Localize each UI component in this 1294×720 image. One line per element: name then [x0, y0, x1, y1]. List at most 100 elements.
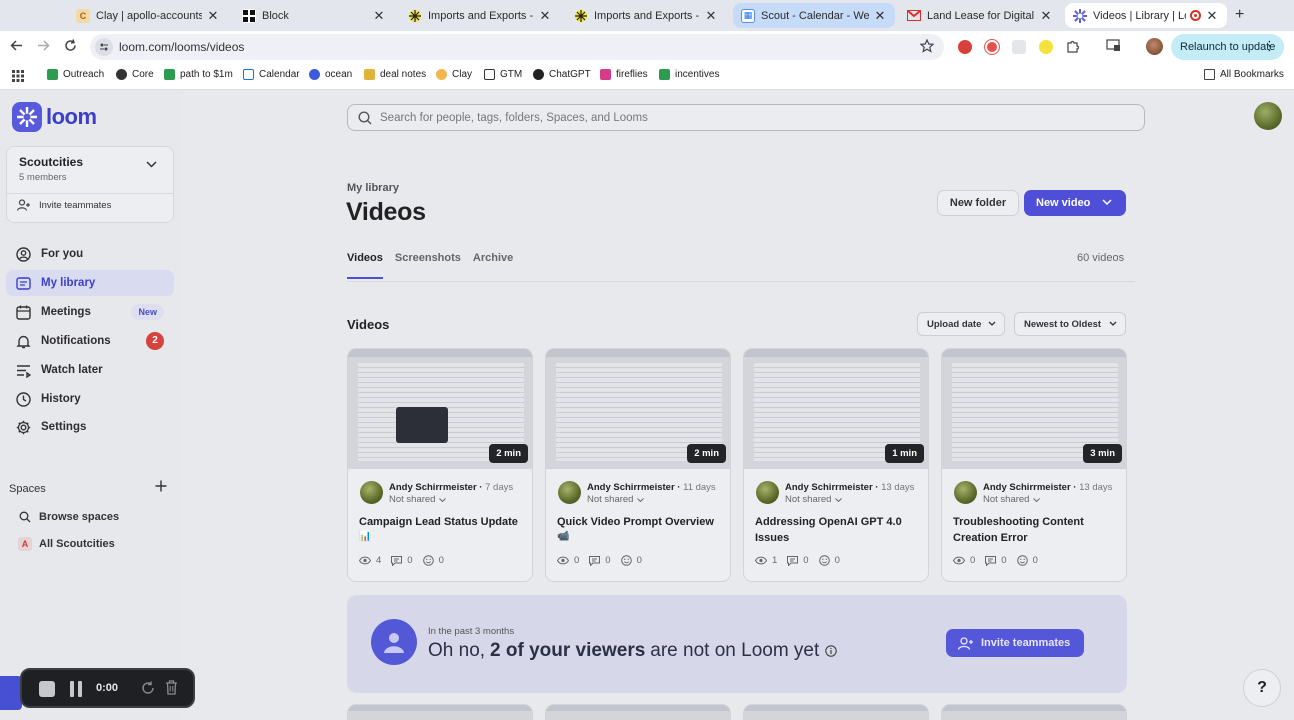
workspace-name[interactable]: Scoutcities — [19, 155, 83, 169]
info-icon[interactable] — [825, 645, 838, 657]
extension-red-icon[interactable] — [985, 40, 999, 54]
browser-tab-apollo-1[interactable]: Imports and Exports - Apo ✕ — [400, 3, 560, 28]
browser-tab-block[interactable]: Block ✕ — [234, 3, 394, 28]
more-options-icon[interactable]: ⋮ — [1263, 39, 1276, 53]
video-card[interactable]: 2 min Andy Schirrmeister · 7 days Not sh… — [347, 348, 533, 582]
loom-logo[interactable]: loom — [12, 102, 97, 132]
new-video-button[interactable]: New video — [1024, 190, 1126, 216]
nav-watch-later[interactable]: Watch later — [6, 357, 174, 383]
nav-my-library[interactable]: My library — [6, 270, 174, 296]
browser-tab-apollo-2[interactable]: Imports and Exports - Apo ✕ — [566, 3, 726, 28]
chatgpt-icon — [533, 69, 544, 80]
video-title[interactable]: Addressing OpenAI GPT 4.0 Issues — [755, 514, 923, 546]
video-card[interactable]: 3 min Andy Schirrmeister · 13 days Not s… — [941, 348, 1127, 582]
video-title[interactable]: Quick Video Prompt Overview — [557, 514, 725, 530]
site-info-icon[interactable] — [95, 38, 113, 56]
video-thumbnail[interactable]: 1 min — [744, 349, 928, 469]
chevron-down-icon[interactable] — [146, 161, 157, 168]
nav-meetings[interactable]: Meetings New — [6, 299, 174, 325]
trash-icon[interactable] — [165, 680, 178, 695]
sharing-status[interactable]: Not shared — [983, 494, 1041, 505]
browser-tab-gmail[interactable]: Land Lease for Digital Infra ✕ — [899, 3, 1061, 28]
workspace-card: Scoutcities 5 members Invite teammates — [6, 146, 174, 223]
bookmark-ocean[interactable]: ocean — [309, 69, 352, 80]
new-tab-button[interactable]: + — [1235, 6, 1244, 24]
bookmark-chatgpt[interactable]: ChatGPT — [533, 69, 591, 80]
tab-archive[interactable]: Archive — [473, 252, 513, 279]
close-tab-icon[interactable]: ✕ — [206, 8, 220, 24]
sort-order-dropdown[interactable]: Newest to Oldest — [1014, 312, 1126, 336]
close-tab-icon[interactable]: ✕ — [704, 8, 718, 24]
invite-teammates-button[interactable]: Invite teammates — [946, 629, 1084, 657]
sort-field-dropdown[interactable]: Upload date — [917, 312, 1005, 336]
close-tab-icon[interactable]: ✕ — [538, 8, 552, 24]
new-folder-button[interactable]: New folder — [937, 190, 1019, 216]
close-tab-icon[interactable]: ✕ — [372, 8, 386, 24]
extensions-puzzle-icon[interactable] — [1066, 39, 1080, 53]
video-card[interactable] — [941, 704, 1127, 720]
video-title[interactable]: Troubleshooting Content Creation Error — [953, 514, 1121, 546]
bookmark-gtm[interactable]: GTM — [484, 69, 522, 80]
bookmark-incentives[interactable]: incentives — [659, 69, 719, 80]
video-card[interactable]: 2 min Andy Schirrmeister · 11 days Not s… — [545, 348, 731, 582]
bookmark-deal-notes[interactable]: deal notes — [364, 69, 426, 80]
nav-notifications[interactable]: Notifications 2 — [6, 328, 174, 354]
tab-screenshots[interactable]: Screenshots — [395, 252, 461, 279]
browser-tab-calendar[interactable]: ▦ Scout - Calendar - Week o ✕ — [733, 3, 895, 28]
bookmark-fireflies[interactable]: fireflies — [600, 69, 648, 80]
chevron-down-icon[interactable] — [1102, 199, 1112, 205]
video-card[interactable] — [545, 704, 731, 720]
sharing-status[interactable]: Not shared — [785, 494, 843, 505]
reload-icon[interactable] — [64, 39, 77, 52]
sharing-status[interactable]: Not shared — [587, 494, 645, 505]
video-card[interactable] — [743, 704, 929, 720]
stop-recording-button[interactable] — [39, 681, 55, 697]
extension-grey-icon[interactable] — [1012, 40, 1026, 54]
pause-icon[interactable] — [70, 681, 82, 697]
profile-avatar[interactable] — [1146, 38, 1163, 55]
bookmark-clay[interactable]: Clay — [436, 69, 472, 80]
video-thumbnail[interactable]: 2 min — [546, 349, 730, 469]
invite-teammates-link[interactable]: Invite teammates — [17, 199, 111, 211]
apollo-extension-icon[interactable] — [1039, 40, 1053, 54]
add-space-icon[interactable] — [155, 480, 167, 492]
cast-icon[interactable] — [1106, 39, 1121, 52]
browser-toolbar: loom.com/looms/videos Relaunch to update… — [0, 31, 1294, 63]
all-bookmarks[interactable]: All Bookmarks — [1204, 69, 1284, 80]
close-tab-icon[interactable]: ✕ — [1205, 8, 1219, 24]
video-thumbnail[interactable]: 3 min — [942, 349, 1126, 469]
forward-icon[interactable] — [37, 39, 50, 52]
bookmark-star-icon[interactable] — [920, 39, 934, 53]
back-icon[interactable] — [10, 39, 23, 52]
browser-tab-loom[interactable]: Videos | Library | Loom ✕ — [1065, 3, 1227, 28]
browser-tab-clay[interactable]: C Clay | apollo-accounts-exp ✕ — [68, 3, 228, 28]
recorder-side-tab[interactable] — [0, 676, 22, 710]
space-all-scoutcities[interactable]: A All Scoutcities — [18, 537, 115, 551]
tab-videos[interactable]: Videos — [347, 252, 383, 279]
user-avatar[interactable] — [1254, 102, 1282, 130]
breadcrumb[interactable]: My library — [347, 182, 399, 194]
bookmark-path-to-1m[interactable]: path to $1m — [164, 69, 233, 80]
restart-icon[interactable] — [141, 681, 155, 695]
search-bar[interactable]: Search for people, tags, folders, Spaces… — [347, 104, 1145, 131]
bookmark-outreach[interactable]: Outreach — [47, 69, 104, 80]
help-button[interactable]: ? — [1243, 669, 1281, 707]
close-tab-icon[interactable]: ✕ — [873, 8, 887, 24]
video-card[interactable]: 1 min Andy Schirrmeister · 13 days Not s… — [743, 348, 929, 582]
sharing-status[interactable]: Not shared — [389, 494, 447, 505]
sort-field-label: Upload date — [927, 318, 982, 330]
bookmark-calendar[interactable]: Calendar — [243, 69, 300, 80]
adblock-extension-icon[interactable] — [958, 40, 972, 54]
nav-history[interactable]: History — [6, 386, 174, 412]
apps-grid-icon[interactable] — [12, 70, 24, 82]
close-tab-icon[interactable]: ✕ — [1039, 8, 1053, 24]
bookmark-core[interactable]: Core — [116, 69, 154, 80]
nav-for-you[interactable]: For you — [6, 241, 174, 267]
relaunch-to-update-button[interactable]: Relaunch to update ⋮ — [1171, 34, 1284, 60]
browse-spaces-link[interactable]: Browse spaces — [18, 511, 119, 523]
video-thumbnail[interactable]: 2 min — [348, 349, 532, 469]
address-bar[interactable]: loom.com/looms/videos — [90, 34, 944, 60]
nav-settings[interactable]: Settings — [6, 414, 174, 440]
video-card[interactable] — [347, 704, 533, 720]
video-title[interactable]: Campaign Lead Status Update — [359, 514, 527, 530]
